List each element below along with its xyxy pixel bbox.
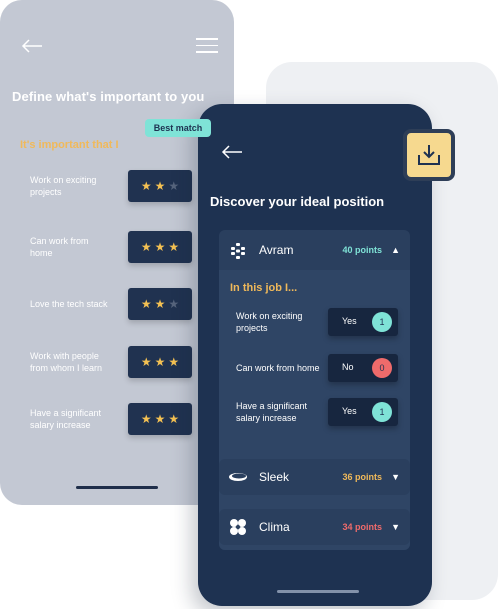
company-name: Avram <box>259 243 294 257</box>
star-rating[interactable]: ★ ★ ★ <box>128 288 192 320</box>
best-match-badge: Best match <box>145 119 211 137</box>
preference-row: Love the tech stack ★ ★ ★ <box>30 284 200 324</box>
back-arrow-icon[interactable] <box>20 38 44 54</box>
home-indicator <box>277 590 359 593</box>
star-icon[interactable]: ★ <box>155 356 166 368</box>
answer-label: Work on exciting projects <box>236 311 303 333</box>
preference-row: Can work from home ★ ★ ★ <box>30 227 200 267</box>
star-icon[interactable]: ★ <box>168 241 179 253</box>
positions-screen: Discover your ideal position Avram 40 po… <box>198 104 432 606</box>
hamburger-menu-icon[interactable] <box>196 38 218 54</box>
company-name: Sleek <box>259 470 290 484</box>
preference-row: Have a significant salary increase ★ ★ ★ <box>30 399 200 439</box>
answer-chip[interactable]: Yes 1 <box>328 308 398 336</box>
star-icon[interactable]: ★ <box>141 356 152 368</box>
clima-logo-icon <box>230 519 246 535</box>
answer-score: 0 <box>372 358 392 378</box>
answer-label: Can work from home <box>236 363 320 373</box>
star-icon[interactable]: ★ <box>141 298 152 310</box>
avram-logo-icon <box>231 243 245 259</box>
answer-row: Work on exciting projects Yes 1 <box>236 304 401 340</box>
answer-row: Can work from home No 0 <box>236 350 401 386</box>
company-card-avram: Avram 40 points ▲ In this job I... Work … <box>219 230 410 550</box>
company-points: 40 points <box>342 245 382 255</box>
answer-score: 1 <box>372 312 392 332</box>
job-details: In this job I... Work on exciting projec… <box>219 270 410 550</box>
company-points: 34 points <box>342 522 382 532</box>
job-subtitle: In this job I... <box>230 282 298 294</box>
star-icon[interactable]: ★ <box>168 356 179 368</box>
star-rating[interactable]: ★ ★ ★ <box>128 403 192 435</box>
page-title: Define what's important to you <box>12 89 205 104</box>
company-card-sleek[interactable]: Sleek 36 points ▼ <box>219 459 410 495</box>
preference-row: Work on exciting projects ★ ★ ★ <box>30 166 200 206</box>
star-rating[interactable]: ★ ★ ★ <box>128 231 192 263</box>
answer-text: Yes <box>342 316 357 326</box>
preference-row: Work with people from whom I learn ★ ★ ★ <box>30 342 200 382</box>
company-name: Clima <box>259 520 290 534</box>
star-icon[interactable]: ★ <box>155 413 166 425</box>
star-icon[interactable]: ★ <box>155 180 166 192</box>
preference-label: Have a significant salary increase <box>30 408 102 430</box>
star-icon[interactable]: ★ <box>141 413 152 425</box>
answer-chip[interactable]: No 0 <box>328 354 398 382</box>
company-card-clima[interactable]: Clima 34 points ▼ <box>219 509 410 545</box>
star-rating[interactable]: ★ ★ ★ <box>128 170 192 202</box>
preference-label: Work on exciting projects <box>30 175 97 197</box>
home-indicator <box>76 486 158 489</box>
answer-row: Have a significant salary increase Yes 1 <box>236 394 401 430</box>
company-points: 36 points <box>342 472 382 482</box>
preference-label: Can work from home <box>30 236 89 258</box>
star-icon[interactable]: ★ <box>168 180 179 192</box>
preference-label: Work with people from whom I learn <box>30 351 103 373</box>
answer-chip[interactable]: Yes 1 <box>328 398 398 426</box>
answer-score: 1 <box>372 402 392 422</box>
star-icon[interactable]: ★ <box>168 298 179 310</box>
caret-down-icon[interactable]: ▼ <box>391 522 400 532</box>
preference-label: Love the tech stack <box>30 299 108 309</box>
sleek-logo-icon <box>229 473 247 481</box>
download-icon <box>418 145 440 165</box>
section-subtitle: It's important that I <box>20 139 119 151</box>
page-title: Discover your ideal position <box>210 194 385 209</box>
star-icon[interactable]: ★ <box>141 241 152 253</box>
star-rating[interactable]: ★ ★ ★ <box>128 346 192 378</box>
company-card-header[interactable]: Avram 40 points ▲ <box>219 230 410 270</box>
download-button[interactable] <box>403 129 455 181</box>
answer-text: No <box>342 362 354 372</box>
caret-down-icon[interactable]: ▼ <box>391 472 400 482</box>
star-icon[interactable]: ★ <box>155 241 166 253</box>
caret-up-icon[interactable]: ▲ <box>391 245 400 255</box>
star-icon[interactable]: ★ <box>155 298 166 310</box>
star-icon[interactable]: ★ <box>141 180 152 192</box>
answer-label: Have a significant salary increase <box>236 401 308 423</box>
answer-text: Yes <box>342 406 357 416</box>
back-arrow-icon[interactable] <box>220 144 244 160</box>
star-icon[interactable]: ★ <box>168 413 179 425</box>
